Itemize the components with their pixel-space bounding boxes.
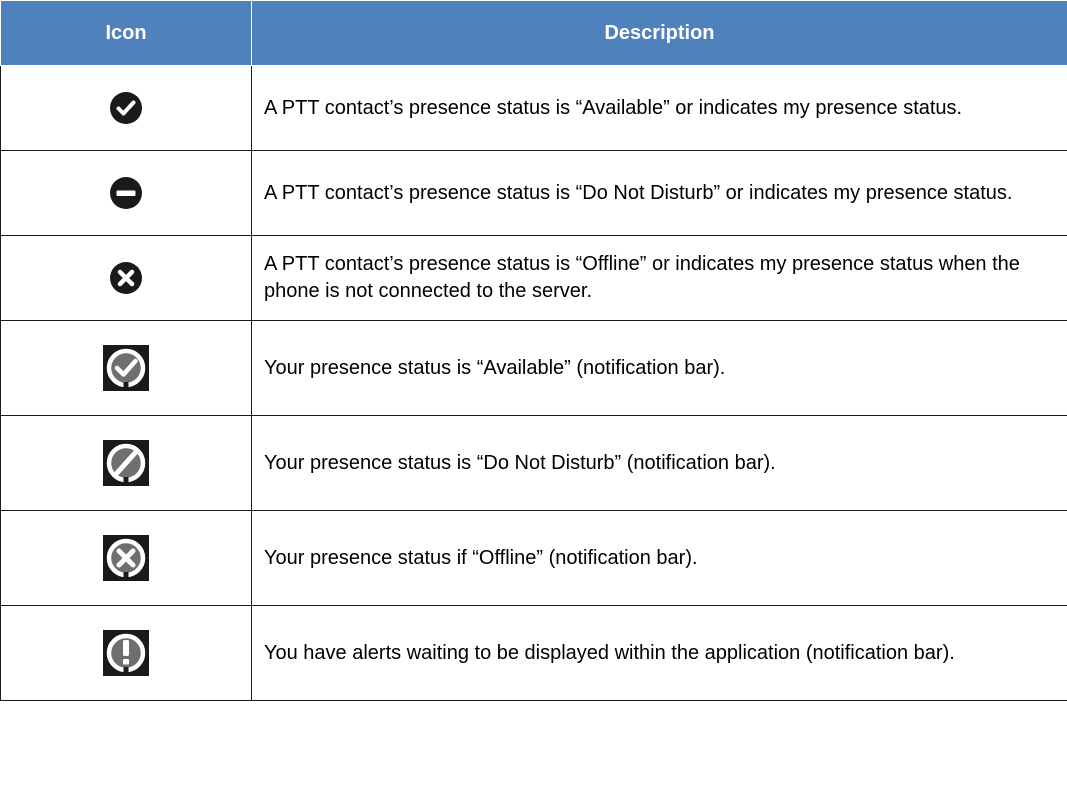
row-description: Your presence status is “Available” (not… bbox=[251, 320, 1067, 416]
table-row: You have alerts waiting to be displayed … bbox=[0, 605, 1067, 701]
available-check-icon bbox=[109, 91, 143, 125]
table-row: A PTT contact’s presence status is “Do N… bbox=[0, 150, 1067, 236]
row-description: A PTT contact’s presence status is “Avai… bbox=[251, 65, 1067, 151]
notification-dnd-icon bbox=[103, 440, 149, 486]
table-row: Your presence status is “Available” (not… bbox=[0, 320, 1067, 416]
icon-description-table: Icon Description A PTT contact’s presenc… bbox=[0, 0, 1067, 701]
table-row: Your presence status is “Do Not Disturb”… bbox=[0, 415, 1067, 511]
table-row: A PTT contact’s presence status is “Offl… bbox=[0, 235, 1067, 321]
notification-alert-icon bbox=[103, 630, 149, 676]
table-header-row: Icon Description bbox=[0, 0, 1067, 66]
row-description: A PTT contact’s presence status is “Offl… bbox=[251, 235, 1067, 321]
notification-offline-icon bbox=[103, 535, 149, 581]
table-row: Your presence status if “Offline” (notif… bbox=[0, 510, 1067, 606]
offline-x-icon bbox=[109, 261, 143, 295]
do-not-disturb-icon bbox=[109, 176, 143, 210]
row-description: Your presence status if “Offline” (notif… bbox=[251, 510, 1067, 606]
notification-available-icon bbox=[103, 345, 149, 391]
row-description: You have alerts waiting to be displayed … bbox=[251, 605, 1067, 701]
header-icon: Icon bbox=[0, 0, 252, 66]
row-description: A PTT contact’s presence status is “Do N… bbox=[251, 150, 1067, 236]
header-description: Description bbox=[251, 0, 1067, 66]
row-description: Your presence status is “Do Not Disturb”… bbox=[251, 415, 1067, 511]
table-row: A PTT contact’s presence status is “Avai… bbox=[0, 65, 1067, 151]
